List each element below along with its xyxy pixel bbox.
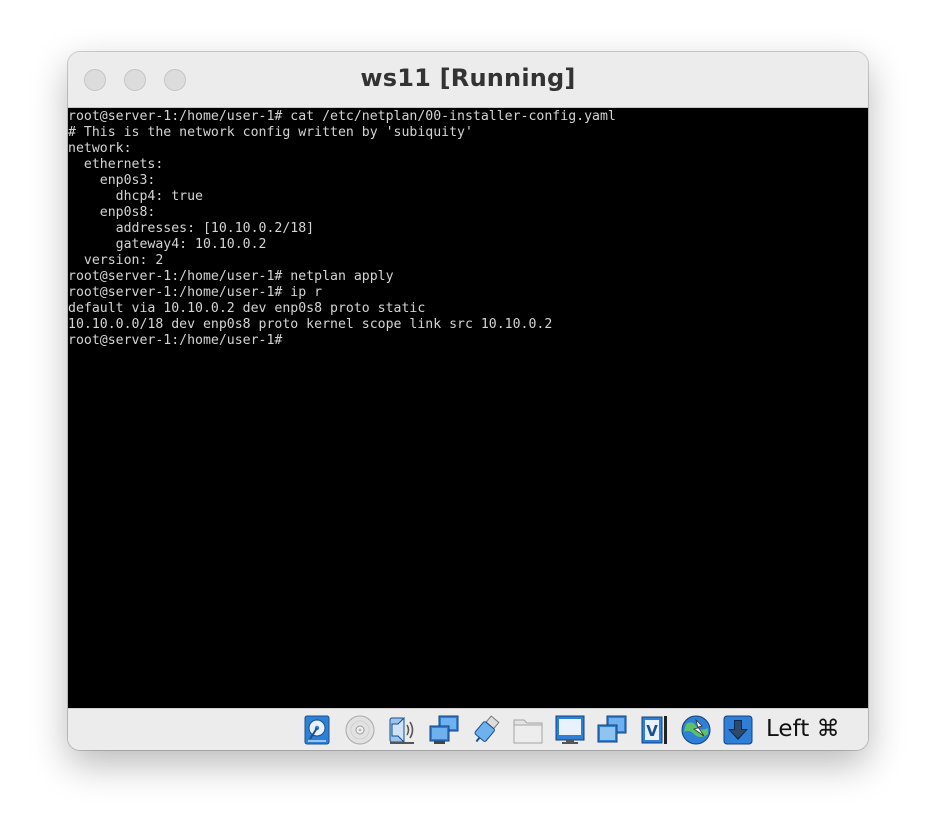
console-line: ethernets: [68, 157, 164, 172]
console-line: enp0s8: [68, 205, 156, 220]
console-line: root@server-1:/home/user-1# cat /etc/net… [68, 109, 616, 124]
console-line: version: 2 [68, 253, 164, 268]
console-line: root@server-1:/home/user-1# ip r [68, 285, 323, 300]
usb-icon[interactable] [470, 714, 502, 746]
audio-icon[interactable] [386, 714, 418, 746]
svg-text:V: V [646, 722, 658, 740]
console-line: 10.10.0.0/18 dev enp0s8 proto kernel sco… [68, 317, 553, 332]
video-capture-icon[interactable] [596, 714, 628, 746]
console-line: enp0s3: [68, 173, 156, 188]
virtualization-icon[interactable]: V [638, 714, 670, 746]
host-key-label: Left ⌘ [766, 716, 840, 742]
vm-window: ws11 [Running] root@server-1:/home/user-… [68, 52, 868, 750]
optical-drive-icon[interactable] [344, 714, 376, 746]
mouse-integration-icon[interactable] [722, 714, 754, 746]
console-line: default via 10.10.0.2 dev enp0s8 proto s… [68, 301, 426, 316]
guest-additions-icon[interactable] [680, 714, 712, 746]
console-output: root@server-1:/home/user-1# cat /etc/net… [68, 109, 616, 349]
shared-folders-icon[interactable] [512, 714, 544, 746]
status-bar: V Left ⌘ [68, 708, 868, 750]
console-line: network: [68, 141, 132, 156]
console-line: gateway4: 10.10.0.2 [68, 237, 267, 252]
vm-console-screen[interactable]: root@server-1:/home/user-1# cat /etc/net… [68, 108, 868, 708]
console-line: addresses: [10.10.0.2/18] [68, 221, 315, 236]
console-line: # This is the network config written by … [68, 125, 473, 140]
console-prompt: root@server-1:/home/user-1# [68, 333, 283, 348]
hard-disk-icon[interactable] [302, 714, 334, 746]
console-line: root@server-1:/home/user-1# netplan appl… [68, 269, 394, 284]
display-icon[interactable] [554, 714, 586, 746]
window-title: ws11 [Running] [360, 64, 576, 92]
network-icon[interactable] [428, 714, 460, 746]
console-line: dhcp4: true [68, 189, 203, 204]
title-bar[interactable]: ws11 [Running] [68, 52, 868, 108]
